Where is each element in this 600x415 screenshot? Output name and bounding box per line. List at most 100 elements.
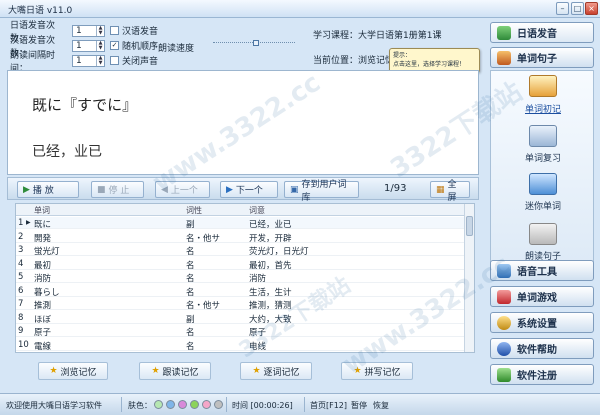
minimize-button[interactable]: –	[556, 2, 569, 15]
fullscreen-button[interactable]: ▦ 全屏	[430, 180, 470, 203]
skin-color-swatch[interactable]	[202, 400, 211, 409]
puzzle-icon	[497, 289, 511, 304]
status-divider	[226, 397, 227, 412]
skin-color-swatch[interactable]	[190, 400, 199, 409]
skin-color-swatch[interactable]	[154, 400, 163, 409]
cell-meaning: 已经，业已	[249, 220, 292, 230]
cell-pos: 名	[186, 287, 195, 298]
course-label[interactable]: 学习课程：大学日语第1册第1课	[313, 28, 441, 41]
cell-pos: 副	[186, 314, 195, 325]
table-row[interactable]: 10 電線 名 电线	[16, 339, 466, 352]
table-scrollbar[interactable]	[464, 204, 474, 352]
slider-thumb[interactable]	[253, 40, 259, 46]
follow-read-button[interactable]: ★ 跟读记忆	[139, 362, 211, 380]
cell-word: 原子	[34, 328, 52, 338]
home-link[interactable]: 首页[F12]	[310, 400, 347, 411]
sidebar-voice-tools[interactable]: 语音工具	[490, 260, 594, 281]
stop-button[interactable]: ■ 停 止	[91, 181, 144, 198]
table-row[interactable]: 7 推測 名・他サ 推测，猜测	[16, 298, 466, 311]
table-row[interactable]: 1 既に 副 已经，业已 ▶	[16, 217, 466, 230]
sidebar-item-mini-words[interactable]: 迷你单词	[491, 199, 595, 212]
japanese-word: 既に『すでに』	[32, 96, 138, 114]
cell-word: ほぼ	[34, 314, 52, 325]
jp-count-stepper[interactable]: 1 ▲ ▼	[72, 25, 105, 37]
cell-pos: 名・他サ	[186, 233, 221, 244]
checkbox-box[interactable]	[110, 56, 119, 65]
table-row[interactable]: 2 開発 名・他サ 开发，开辟	[16, 231, 466, 244]
reading-icon	[529, 223, 557, 245]
cell-meaning: 推测，猜测	[249, 301, 292, 311]
table-row[interactable]: 4 最初 名 最初，首先	[16, 258, 466, 271]
col-word[interactable]: 单词	[34, 205, 50, 216]
sidebar-item-word-review[interactable]: 单词复习	[491, 151, 595, 164]
cell-pos: 名	[186, 247, 195, 257]
row-number: 10	[18, 339, 29, 350]
checkbox-box[interactable]	[110, 26, 119, 35]
table-row[interactable]: 6 暮らし 名 生活，生计	[16, 285, 466, 298]
cell-word: 消防	[34, 274, 52, 284]
close-button[interactable]: ×	[585, 2, 598, 15]
cell-word: 蛍光灯	[34, 247, 60, 257]
sidebar-japanese-pronunciation[interactable]: 日语发音	[490, 22, 594, 43]
help-icon	[497, 341, 511, 356]
browse-memory-button[interactable]: ★ 浏览记忆	[38, 362, 108, 380]
play-button[interactable]: ▶ 播 放	[17, 181, 79, 198]
save-to-user-lib-button[interactable]: ▣ 存到用户词库	[284, 180, 359, 203]
random-order-checkbox[interactable]: ✓ 随机顺序	[110, 39, 158, 52]
position-label: 当前位置：浏览记忆	[313, 56, 395, 66]
arrow-right-icon: ▶	[226, 184, 233, 195]
scrollbar-thumb[interactable]	[466, 216, 473, 236]
row-number: 3	[18, 245, 24, 255]
stepper-arrows-icon[interactable]: ▲ ▼	[96, 26, 104, 36]
window-title: 大嘴日语 v11.0	[8, 6, 73, 16]
table-row[interactable]: 5 消防 名 消防	[16, 271, 466, 284]
timer: 时间 [00:00:26]	[232, 401, 293, 410]
register-icon	[497, 367, 511, 382]
maximize-button[interactable]: □	[571, 2, 584, 15]
tip-text: 点击这里，选择学习课程！	[393, 61, 466, 68]
checkmark-icon[interactable]: ✓	[110, 41, 119, 50]
stepper-arrows-icon[interactable]: ▲ ▼	[96, 41, 104, 51]
mute-checkbox[interactable]: 关闭声音	[110, 54, 158, 67]
pause-link[interactable]: 暂停	[351, 400, 367, 411]
table-row[interactable]: 3 蛍光灯 名 荧光灯，日光灯	[16, 244, 466, 257]
word-by-word-button[interactable]: ★ 逐词记忆	[240, 362, 312, 380]
cell-pos: 名	[186, 328, 195, 338]
books-icon	[497, 50, 511, 65]
table-row[interactable]: 9 原子 名 原子	[16, 325, 466, 338]
sidebar-word-sentence[interactable]: 单词句子	[490, 47, 594, 68]
welcome-text: 欢迎使用大嘴日语学习软件	[6, 401, 102, 410]
stepper-arrows-icon[interactable]: ▲ ▼	[96, 56, 104, 66]
next-button[interactable]: ▶ 下一个	[220, 181, 278, 198]
sidebar-software-help[interactable]: 软件帮助	[490, 338, 594, 359]
star-icon: ★	[353, 366, 362, 376]
cn-pronunciation-checkbox[interactable]: 汉语发音	[110, 24, 158, 37]
col-meaning[interactable]: 词意	[249, 205, 265, 216]
fullscreen-icon: ▦	[436, 184, 445, 195]
table-row[interactable]: 8 ほぼ 副 大约，大致	[16, 312, 466, 325]
speed-label: 朗读速度	[158, 44, 195, 54]
skin-color-swatch[interactable]	[178, 400, 187, 409]
prev-button[interactable]: ◀ 上一个	[155, 181, 210, 198]
row-number: 4	[18, 258, 24, 269]
sidebar-software-register[interactable]: 软件注册	[490, 364, 594, 385]
sidebar-item-word-first-memory[interactable]: 单词初记	[491, 102, 595, 115]
cell-pos: 名	[186, 260, 195, 271]
app-window: 大嘴日语 v11.0 – □ × 日语发音次数： 1 ▲ ▼ 汉语发音次数： 1 ▲ ▼…	[0, 0, 600, 415]
word-display: 既に『すでに』 已经，业已	[7, 70, 479, 175]
skin-color-swatch[interactable]	[166, 400, 175, 409]
speed-slider[interactable]	[213, 40, 295, 46]
interval-stepper[interactable]: 1 ▲ ▼	[72, 55, 105, 67]
table-header: 单词 词性 词意	[16, 204, 466, 216]
resume-link[interactable]: 恢复	[373, 400, 389, 411]
cn-count-stepper[interactable]: 1 ▲ ▼	[72, 40, 105, 52]
sidebar-word-games[interactable]: 单词游戏	[490, 286, 594, 307]
col-pos[interactable]: 词性	[186, 205, 202, 216]
star-icon: ★	[49, 366, 58, 376]
cell-meaning: 大约，大致	[249, 314, 292, 325]
skin-color-swatch[interactable]	[214, 400, 223, 409]
row-number: 7	[18, 299, 24, 309]
sidebar-system-settings[interactable]: 系统设置	[490, 312, 594, 333]
cell-meaning: 生活，生计	[249, 287, 292, 298]
spelling-memory-button[interactable]: ★ 拼写记忆	[341, 362, 413, 380]
